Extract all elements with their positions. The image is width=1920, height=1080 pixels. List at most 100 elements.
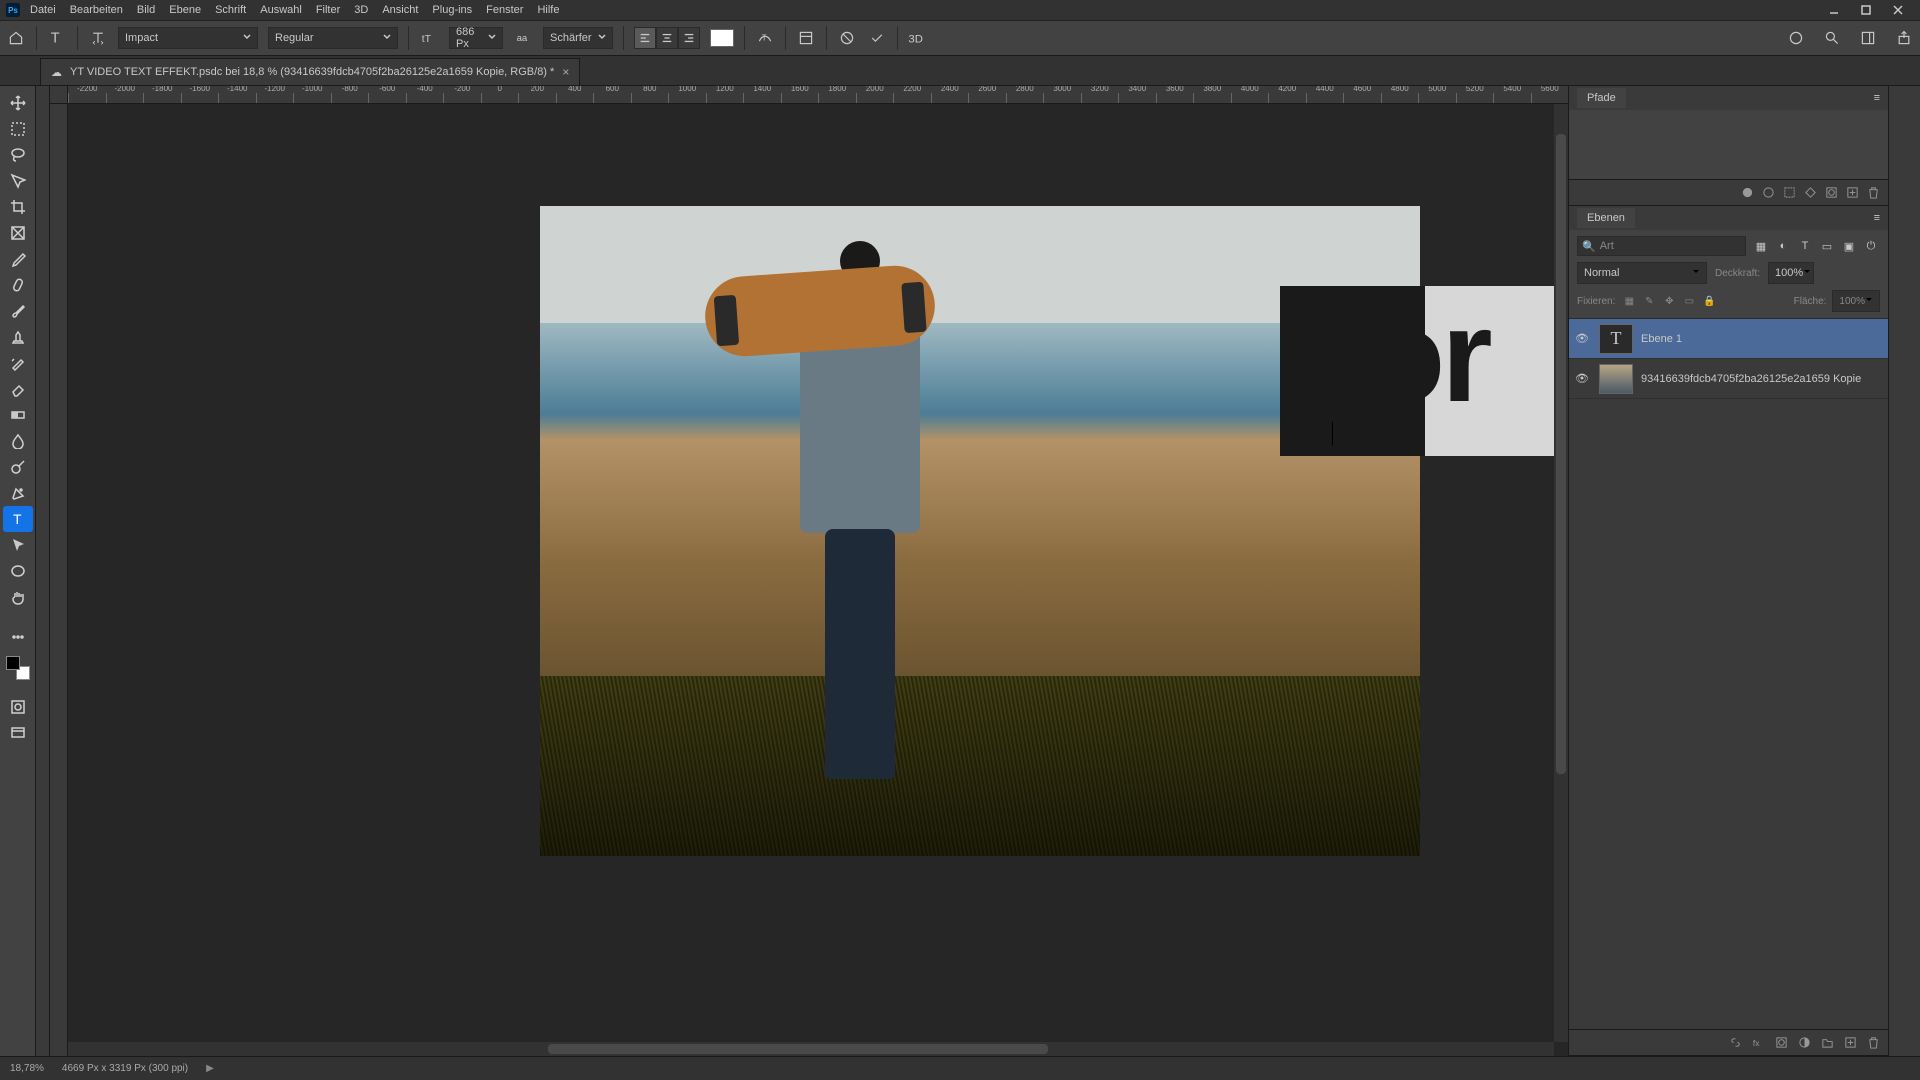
hand-tool[interactable] [3,584,33,610]
window-maximize-button[interactable] [1850,0,1882,20]
brush-tool[interactable] [3,298,33,324]
stroke-path-icon[interactable] [1762,186,1775,199]
lock-transparency-icon[interactable]: ▦ [1621,293,1637,309]
paths-tab[interactable]: Pfade [1577,88,1626,108]
status-flyout-icon[interactable]: ▶ [206,1063,214,1074]
visibility-toggle-icon[interactable]: 👁 [1575,372,1591,385]
vertical-ruler[interactable] [50,104,68,1056]
horizontal-scrollbar[interactable] [68,1042,1554,1056]
search-icon[interactable] [1822,28,1842,48]
cloud-docs-icon[interactable] [1786,28,1806,48]
add-mask-icon[interactable] [1825,186,1838,199]
link-layers-icon[interactable] [1729,1036,1742,1049]
layer-row[interactable]: 👁 93416639fdcb4705f2ba26125e2a1659 Kopie [1569,359,1888,399]
document-tab[interactable]: ☁ YT VIDEO TEXT EFFEKT.psdc bei 18,8 % (… [40,58,580,85]
layer-thumbnail[interactable]: T [1599,324,1633,354]
layer-row[interactable]: 👁 T Ebene 1 [1569,319,1888,359]
menu-ebene[interactable]: Ebene [169,4,201,16]
healing-brush-tool[interactable] [3,272,33,298]
menu-fenster[interactable]: Fenster [486,4,523,16]
document-dimensions[interactable]: 4669 Px x 3319 Px (300 ppi) [62,1063,188,1074]
lock-position-icon[interactable]: ✥ [1661,293,1677,309]
dodge-tool[interactable] [3,454,33,480]
align-center-button[interactable] [656,27,678,49]
fill-path-icon[interactable] [1741,186,1754,199]
window-minimize-button[interactable] [1818,0,1850,20]
tool-preset-type-icon[interactable]: T [47,28,67,48]
menu-ansicht[interactable]: Ansicht [382,4,418,16]
antialias-dropdown[interactable]: Schärfer [543,27,613,49]
type-tool[interactable]: T [3,506,33,532]
delete-layer-icon[interactable] [1867,1036,1880,1049]
vertical-scrollbar[interactable] [1554,104,1568,1042]
menu-schrift[interactable]: Schrift [215,4,246,16]
crop-tool[interactable] [3,194,33,220]
cancel-edit-icon[interactable] [837,28,857,48]
path-select-tool[interactable] [3,532,33,558]
layer-name[interactable]: 93416639fdcb4705f2ba26125e2a1659 Kopie [1641,373,1861,385]
horizontal-ruler[interactable]: -2200-2000-1800-1600-1400-1200-1000-800-… [68,86,1568,104]
panel-menu-icon[interactable]: ≡ [1874,92,1880,104]
screenmode-tool[interactable] [3,720,33,746]
adjustment-layer-icon[interactable] [1798,1036,1811,1049]
layer-name[interactable]: Ebene 1 [1641,333,1682,345]
eyedropper-tool[interactable] [3,246,33,272]
marquee-tool[interactable] [3,116,33,142]
layers-tab[interactable]: Ebenen [1577,208,1635,228]
menu-datei[interactable]: Datei [30,4,56,16]
scrollbar-thumb[interactable] [1556,134,1566,774]
text-orientation-icon[interactable] [88,28,108,48]
blur-tool[interactable] [3,428,33,454]
lock-artboard-icon[interactable]: ▭ [1681,293,1697,309]
fill-input[interactable]: 100% [1832,290,1880,312]
workspace-icon[interactable] [1858,28,1878,48]
eraser-tool[interactable] [3,376,33,402]
lock-all-icon[interactable]: 🔒 [1701,293,1717,309]
more-tools[interactable] [3,624,33,650]
collapsed-right-dock[interactable] [1888,86,1920,1056]
character-panel-icon[interactable] [796,28,816,48]
layer-mask-icon[interactable] [1775,1036,1788,1049]
close-tab-icon[interactable]: × [562,65,569,79]
delete-path-icon[interactable] [1867,186,1880,199]
gradient-tool[interactable] [3,402,33,428]
lock-pixels-icon[interactable]: ✎ [1641,293,1657,309]
blend-mode-dropdown[interactable]: Normal [1577,262,1707,284]
filter-shape-icon[interactable]: ▭ [1818,237,1836,255]
frame-tool[interactable] [3,220,33,246]
menu-hilfe[interactable]: Hilfe [537,4,559,16]
lasso-tool[interactable] [3,142,33,168]
layer-fx-icon[interactable]: fx [1752,1036,1765,1049]
clone-stamp-tool[interactable] [3,324,33,350]
new-layer-icon[interactable] [1844,1036,1857,1049]
document-canvas[interactable]: Lor [540,206,1420,856]
3d-icon[interactable]: 3D [908,28,928,48]
scrollbar-thumb[interactable] [548,1044,1048,1054]
window-close-button[interactable] [1882,0,1914,20]
panel-menu-icon[interactable]: ≡ [1874,212,1880,224]
filter-adjust-icon[interactable]: ◐ [1774,237,1792,255]
menu-auswahl[interactable]: Auswahl [260,4,302,16]
selection-to-path-icon[interactable] [1804,186,1817,199]
shape-tool[interactable] [3,558,33,584]
filter-toggle-icon[interactable]: ⏻ [1862,237,1880,255]
layer-search[interactable]: 🔍 Art [1577,236,1746,256]
visibility-toggle-icon[interactable]: 👁 [1575,332,1591,345]
commit-edit-icon[interactable] [867,28,887,48]
align-left-button[interactable] [634,27,656,49]
text-edit-box[interactable]: Lor [1280,286,1568,456]
canvas-area[interactable]: -2200-2000-1800-1600-1400-1200-1000-800-… [50,86,1568,1056]
menu-bearbeiten[interactable]: Bearbeiten [70,4,123,16]
menu-3d[interactable]: 3D [354,4,368,16]
font-size-dropdown[interactable]: 686 Px [449,27,503,49]
menu-bild[interactable]: Bild [137,4,155,16]
opacity-input[interactable]: 100% [1768,262,1814,284]
text-color-swatch[interactable] [710,29,734,47]
move-tool[interactable] [3,90,33,116]
layer-thumbnail[interactable] [1599,364,1633,394]
zoom-level[interactable]: 18,78% [10,1063,44,1074]
font-style-dropdown[interactable]: Regular [268,27,398,49]
history-brush-tool[interactable] [3,350,33,376]
layer-group-icon[interactable] [1821,1036,1834,1049]
share-icon[interactable] [1894,28,1914,48]
